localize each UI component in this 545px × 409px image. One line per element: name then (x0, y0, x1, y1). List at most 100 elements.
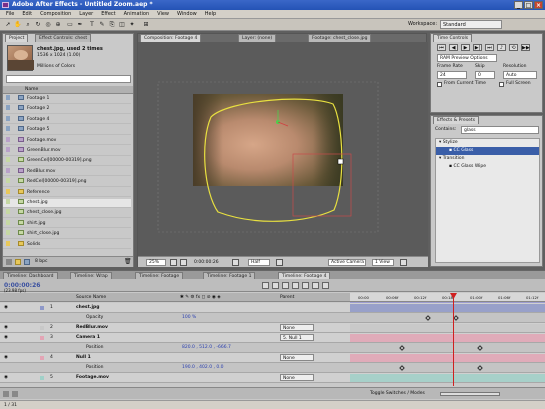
tab-project[interactable]: Project (5, 34, 29, 42)
zoom-select[interactable]: 25% (146, 259, 166, 266)
project-item[interactable]: RedBlur.mov (3, 167, 131, 177)
region-of-interest-icon[interactable] (276, 259, 283, 266)
loop-icon[interactable]: ⟲ (509, 44, 518, 51)
tab-time-controls[interactable]: Time Controls (433, 34, 473, 42)
eraser-tool-icon[interactable]: ◫ (118, 21, 126, 29)
project-item[interactable]: GreenBlur.mov (3, 147, 131, 156)
effects-search-input[interactable]: glass (461, 126, 539, 134)
skip-field[interactable]: 0 (475, 71, 495, 79)
layer-label-color[interactable] (40, 336, 44, 340)
text-tool-icon[interactable]: T (88, 21, 96, 29)
ram-preview-icon[interactable]: ▶▶ (521, 44, 530, 51)
graph-editor-icon[interactable] (322, 282, 329, 289)
new-folder-icon[interactable] (15, 259, 21, 265)
hand-tool-icon[interactable]: ✋ (14, 21, 22, 29)
views-select[interactable]: 1 View (372, 259, 394, 266)
brush-tool-icon[interactable]: ✎ (98, 21, 106, 29)
property-value[interactable]: 820.0 , 512.0 , -666.7 (182, 343, 231, 353)
project-item[interactable]: RedCel[00000-00319].png (3, 178, 131, 187)
visibility-eye-icon[interactable]: ◉ (4, 373, 8, 383)
maximize-button[interactable]: □ (524, 1, 533, 9)
project-item[interactable]: shirt.jpg (3, 219, 131, 229)
bit-depth-button[interactable]: 8 bpc (35, 259, 47, 264)
pen-tool-icon[interactable]: ✒ (76, 21, 84, 29)
layer-duration-bar[interactable] (350, 354, 545, 362)
parent-select[interactable]: None (280, 374, 314, 381)
label-color-swatch[interactable] (6, 219, 10, 225)
label-color-swatch[interactable] (6, 188, 10, 194)
label-color-swatch[interactable] (6, 126, 10, 132)
layer-label-color[interactable] (40, 326, 44, 330)
selection-tool-icon[interactable]: ➚ (4, 21, 12, 29)
parent-select[interactable]: None (280, 354, 314, 361)
menu-window[interactable]: Window (177, 11, 197, 17)
ram-preview-options-select[interactable]: RAM Preview Options (437, 54, 497, 62)
visibility-eye-icon[interactable]: ◉ (4, 303, 8, 313)
menu-layer[interactable]: Layer (79, 11, 93, 17)
zoom-slider[interactable] (440, 392, 500, 396)
resolution-select-ram[interactable]: Auto (503, 71, 537, 79)
project-item[interactable]: Footage 1 (3, 95, 131, 104)
layer-name[interactable]: Camera 1 (76, 333, 100, 343)
label-color-swatch[interactable] (6, 95, 10, 100)
play-icon[interactable]: ▶ (461, 44, 470, 51)
property-value[interactable]: 190.0 , 402.0 , 0.0 (182, 363, 224, 373)
parent-select[interactable]: None (280, 324, 314, 331)
label-color-swatch[interactable] (6, 167, 10, 173)
next-frame-icon[interactable]: ▶| (473, 44, 482, 51)
label-color-swatch[interactable] (6, 240, 10, 246)
project-column-header[interactable]: Name (3, 86, 133, 94)
column-parent[interactable]: Parent (280, 293, 294, 302)
label-color-swatch[interactable] (6, 209, 10, 215)
minimize-button[interactable]: _ (514, 1, 523, 9)
menu-edit[interactable]: Edit (22, 11, 32, 17)
expand-switches-icon[interactable] (3, 391, 9, 397)
menu-view[interactable]: View (157, 11, 169, 17)
workspace-select[interactable]: Standard (440, 20, 502, 29)
tab-layer[interactable]: Layer: (none) (238, 34, 277, 42)
layer-duration-bar[interactable] (350, 324, 545, 332)
timeline-layer-row[interactable]: ◉ 2 RedBlur.mov None (0, 323, 545, 333)
draft-3d-icon[interactable] (282, 282, 289, 289)
property-name[interactable]: Position (86, 343, 104, 353)
label-color-swatch[interactable] (6, 147, 10, 152)
effect-item[interactable]: ▪ CC Glass Wipe (436, 163, 539, 171)
first-frame-icon[interactable]: ⏮ (437, 44, 446, 51)
layer-duration-bar[interactable] (350, 374, 545, 382)
project-item[interactable]: Reference (3, 188, 131, 198)
layer-name[interactable]: Null 1 (76, 353, 91, 363)
time-ruler[interactable]: 00:00 00:06f 00:12f 00:18f 01:00f 01:06f 01:12… (350, 293, 545, 302)
label-color-swatch[interactable] (6, 136, 10, 142)
keyframe-icon[interactable] (477, 365, 483, 371)
column-source-name[interactable]: Source Name (76, 293, 106, 302)
mask-visibility-icon[interactable] (180, 259, 187, 266)
project-item[interactable]: Footage.mov (3, 136, 131, 146)
effect-item[interactable]: ▪ CC Glass (436, 147, 539, 155)
tab-footage[interactable]: Footage: chest_close.jpg (308, 34, 372, 42)
tab-effects-presets[interactable]: Effects & Presets (433, 116, 480, 124)
layer-duration-bar[interactable] (350, 334, 545, 342)
keyframe-icon[interactable] (399, 345, 405, 351)
expand-modes-icon[interactable] (12, 391, 18, 397)
prev-frame-icon[interactable]: ◀ (449, 44, 458, 51)
fast-previews-icon[interactable] (400, 259, 407, 266)
layer-name[interactable]: chest.jpg (76, 303, 99, 313)
keyframe-icon[interactable] (425, 315, 431, 321)
visibility-eye-icon[interactable]: ◉ (4, 323, 8, 333)
motion-blur-icon[interactable] (312, 282, 319, 289)
timeline-layer-row[interactable]: ◉ 3 Camera 1 5. Null 1 (0, 333, 545, 343)
timeline-property-row[interactable]: Opacity 100 % (0, 313, 545, 323)
project-item[interactable]: Footage 2 (3, 105, 131, 114)
visibility-eye-icon[interactable]: ◉ (4, 353, 8, 363)
interpret-footage-icon[interactable] (6, 259, 12, 265)
label-color-swatch[interactable] (6, 157, 10, 163)
keyframe-icon[interactable] (453, 315, 459, 321)
comp-mini-flowchart-icon[interactable] (272, 282, 279, 289)
layer-label-color[interactable] (40, 346, 44, 350)
layer-name[interactable]: RedBlur.mov (76, 323, 108, 333)
frame-blending-icon[interactable] (302, 282, 309, 289)
axis-mode-icon[interactable]: ⊞ (142, 21, 150, 29)
toggle-switches-modes-button[interactable]: Toggle Switches / Modes (370, 388, 425, 400)
last-frame-icon[interactable]: ⏭ (485, 44, 494, 51)
layer-label-color[interactable] (40, 316, 44, 320)
